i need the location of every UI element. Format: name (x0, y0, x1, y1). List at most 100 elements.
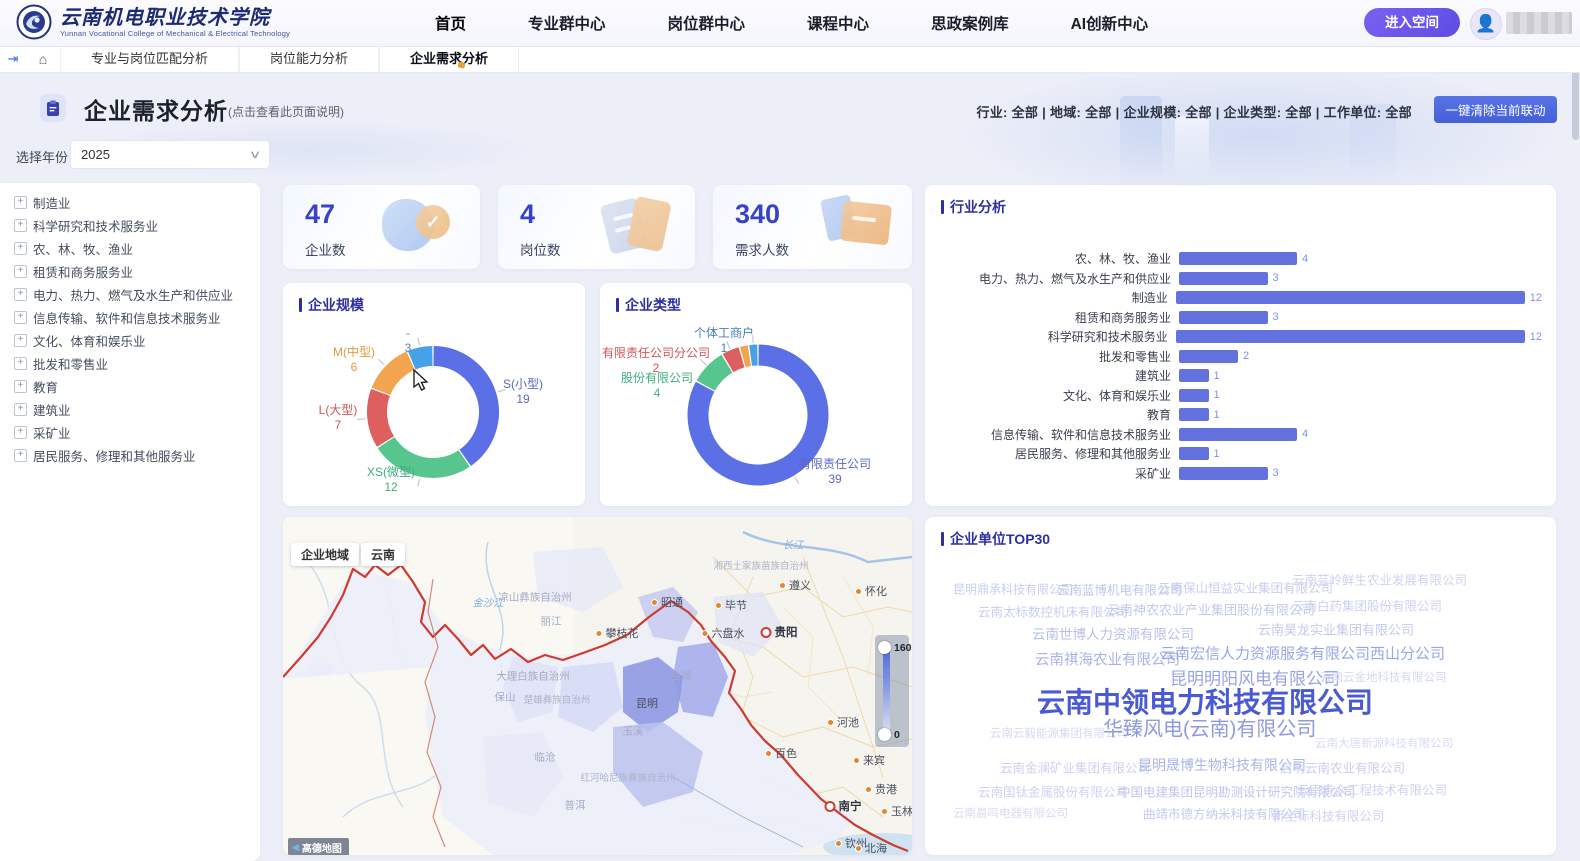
wordcloud-item[interactable]: 云南大唐新源科技有限公司 (1315, 735, 1453, 751)
tree-item-3[interactable]: +租赁和商务服务业 (14, 260, 260, 283)
wordcloud-item[interactable]: 云南宏信人力资源服务有限公司西山分公司 (1160, 643, 1445, 664)
donut-slice--[interactable] (412, 356, 433, 360)
tree-item-6[interactable]: +文化、体育和娱乐业 (14, 329, 260, 352)
map-label-text: 湘西土家族苗族自治州 (713, 558, 808, 572)
nav-item-4[interactable]: 思政案例库 (931, 12, 1009, 34)
bar-row[interactable]: 居民服务、修理和其他服务业1 (943, 444, 1542, 464)
nav-item-1[interactable]: 专业群中心 (528, 12, 606, 34)
collapse-sidebar-icon[interactable]: ⇥ (0, 51, 26, 67)
donut-slice-有限责任公司分公司[interactable] (728, 357, 742, 363)
bar-row[interactable]: 电力、热力、燃气及水生产和供应业3 (943, 269, 1542, 289)
tab-0[interactable]: 专业与岗位匹配分析 (60, 46, 239, 72)
page-title-hint[interactable]: (点击查看此页面说明) (228, 103, 344, 120)
year-select[interactable]: 2025 ∨ (70, 140, 270, 169)
tree-item-5[interactable]: +信息传输、软件和信息技术服务业 (14, 306, 260, 329)
wordcloud-item[interactable]: 云南世博人力资源有限公司 (1032, 623, 1194, 643)
avatar[interactable]: 👤 (1470, 8, 1502, 40)
donut-slice-S(小型)[interactable] (434, 356, 489, 458)
map-label-贵港: 贵港 (865, 781, 897, 797)
tree-item-0[interactable]: +制造业 (14, 191, 260, 214)
bar-3[interactable] (1179, 311, 1268, 324)
expand-plus-icon[interactable]: + (14, 380, 27, 393)
scale-handle-min[interactable] (878, 728, 891, 741)
map-area-chip[interactable]: 企业地域 (291, 543, 359, 566)
wordcloud-item[interactable]: 启明云南农业有限公司 (1280, 758, 1405, 777)
bar-0[interactable] (1179, 252, 1297, 265)
wordcloud-item[interactable]: 云南芸岭鲜生农业发展有限公司 (1292, 570, 1467, 589)
nav-item-2[interactable]: 岗位群中心 (668, 12, 746, 34)
industry-bar-chart[interactable]: 农、林、牧、渔业4电力、热力、燃气及水生产和供应业3制造业12租赁和商务服务业3… (943, 249, 1542, 483)
bar-row[interactable]: 文化、体育和娱乐业1 (943, 386, 1542, 406)
wordcloud-item[interactable]: 云南昊龙实业集团有限公司 (1258, 620, 1414, 639)
tree-item-9[interactable]: +建筑业 (14, 398, 260, 421)
nav-item-0[interactable]: 首页 (435, 12, 466, 34)
bar-4[interactable] (1176, 330, 1525, 343)
scale-handle-max[interactable] (878, 641, 891, 654)
bar-8[interactable] (1179, 408, 1209, 421)
expand-plus-icon[interactable]: + (14, 403, 27, 416)
tree-item-1[interactable]: +科学研究和技术服务业 (14, 214, 260, 237)
bar-10[interactable] (1179, 447, 1209, 460)
nav-item-5[interactable]: AI创新中心 (1071, 12, 1149, 34)
donut-slice-L(大型)[interactable] (377, 392, 386, 441)
wordcloud-item[interactable]: 云南晨鸣电器有限公司 (953, 805, 1068, 821)
home-icon[interactable]: ⌂ (26, 51, 60, 67)
bar-11[interactable] (1179, 467, 1268, 480)
wordcloud-item[interactable]: 华臻风电(云南)有限公司 (1103, 713, 1316, 742)
company-type-donut-chart[interactable]: 有限责任公司39股份有限公司4有限责任公司分公司2个体工商户1 (600, 283, 912, 506)
bar-row[interactable]: 科学研究和技术服务业12 (943, 327, 1542, 347)
expand-plus-icon[interactable]: + (14, 334, 27, 347)
wordcloud-item[interactable]: 云南神农农业产业集团股份有限公司 (1107, 600, 1315, 619)
map-color-scale[interactable]: 160 0 (875, 635, 909, 747)
tree-item-7[interactable]: +批发和零售业 (14, 352, 260, 375)
wordcloud-item[interactable]: 云南祺海农业有限公司 (1035, 649, 1180, 670)
bar-row[interactable]: 农、林、牧、渔业4 (943, 249, 1542, 269)
wordcloud-item[interactable]: 云南国钛金属股份有限公司 (978, 782, 1128, 801)
bar-5[interactable] (1179, 350, 1238, 363)
bar-2[interactable] (1176, 291, 1525, 304)
wordcloud-item[interactable]: 云南青众工程技术有限公司 (1297, 780, 1447, 799)
wordcloud-item[interactable]: 昆明鼎承科技有限公司 (953, 581, 1073, 598)
expand-plus-icon[interactable]: + (14, 449, 27, 462)
wordcloud-item[interactable]: 云南太标数控机床有限公司 (978, 602, 1128, 621)
expand-plus-icon[interactable]: + (14, 265, 27, 278)
scrollbar-track[interactable] (1572, 48, 1579, 861)
expand-plus-icon[interactable]: + (14, 357, 27, 370)
bar-7[interactable] (1179, 389, 1209, 402)
enter-space-button[interactable]: 进入空间 (1364, 8, 1460, 37)
clear-linkage-button[interactable]: 一键清除当前联动 (1434, 96, 1557, 123)
map-label-凉山彝族自治州: 凉山彝族自治州 (498, 590, 572, 605)
bar-row[interactable]: 采矿业3 (943, 464, 1542, 484)
expand-plus-icon[interactable]: + (14, 196, 27, 209)
wordcloud-item[interactable]: 新坐标科技有限公司 (1272, 806, 1385, 825)
wordcloud-item[interactable]: 云南金澜矿业集团有限公司 (1000, 758, 1150, 777)
nav-item-3[interactable]: 课程中心 (807, 12, 869, 34)
expand-plus-icon[interactable]: + (14, 288, 27, 301)
company-region-map[interactable]: 企业地域 云南 长江湘西土家族苗族自治州遵义怀化凉山彝族自治州金沙江昭通毕节丽江… (283, 517, 912, 855)
bar-row[interactable]: 教育1 (943, 405, 1542, 425)
company-scale-donut-chart[interactable]: S(小型)19XS(微型)12L(大型)7M(中型)6-3 (283, 283, 585, 506)
expand-plus-icon[interactable]: + (14, 311, 27, 324)
bar-row[interactable]: 批发和零售业2 (943, 347, 1542, 367)
bar-row[interactable]: 制造业12 (943, 288, 1542, 308)
bar-row[interactable]: 信息传输、软件和信息技术服务业4 (943, 425, 1542, 445)
tree-item-11[interactable]: +居民服务、修理和其他服务业 (14, 444, 260, 467)
wordcloud-item[interactable]: 云南白药集团股份有限公司 (1292, 596, 1442, 615)
tree-item-4[interactable]: +电力、热力、燃气及水生产和供应业 (14, 283, 260, 306)
company-wordcloud[interactable]: 昆明鼎承科技有限公司云南蓝博机电有限公司云南保山恒益实业集团有限公司云南芸岭鲜生… (925, 517, 1556, 855)
donut-slice-M(中型)[interactable] (381, 361, 411, 392)
expand-plus-icon[interactable]: + (14, 219, 27, 232)
bar-6[interactable] (1179, 369, 1209, 382)
bar-9[interactable] (1179, 428, 1297, 441)
expand-plus-icon[interactable]: + (14, 242, 27, 255)
bar-1[interactable] (1179, 272, 1268, 285)
tab-2[interactable]: 企业需求分析 (379, 46, 519, 72)
expand-plus-icon[interactable]: + (14, 426, 27, 439)
tree-item-10[interactable]: +采矿业 (14, 421, 260, 444)
bar-row[interactable]: 建筑业1 (943, 366, 1542, 386)
map-region-chip[interactable]: 云南 (361, 543, 405, 566)
tab-1[interactable]: 岗位能力分析 (239, 46, 379, 72)
tree-item-2[interactable]: +农、林、牧、渔业 (14, 237, 260, 260)
tree-item-8[interactable]: +教育 (14, 375, 260, 398)
bar-row[interactable]: 租赁和商务服务业3 (943, 308, 1542, 328)
